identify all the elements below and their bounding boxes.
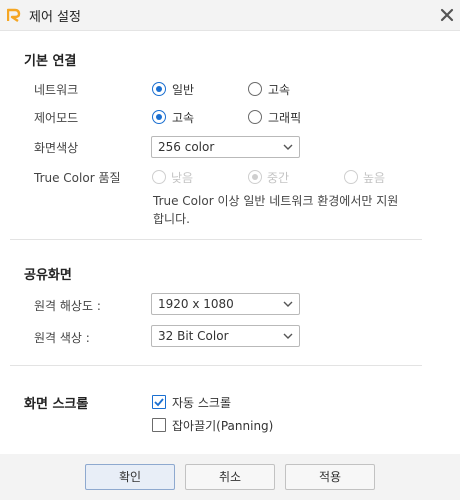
section-title-shared: 공유화면 xyxy=(24,268,72,283)
divider xyxy=(10,239,422,240)
control-mode-graphic-option[interactable]: 그래픽 xyxy=(268,109,301,126)
true-color-note-line1: True Color 이상 일반 네트워크 환경에서만 지원 xyxy=(153,194,399,208)
screen-color-value: 256 color xyxy=(158,140,215,154)
remote-resolution-value: 1920 x 1080 xyxy=(158,297,234,311)
screen-color-select[interactable]: 256 color xyxy=(151,136,300,158)
quality-high-radio[interactable] xyxy=(344,170,358,184)
window-title: 제어 설정 xyxy=(29,10,81,25)
remote-color-select[interactable]: 32 Bit Color xyxy=(151,325,300,347)
remote-resolution-label: 원격 해상도 : xyxy=(34,299,101,313)
control-mode-fast-option[interactable]: 고속 xyxy=(172,109,194,126)
quality-low-option[interactable]: 낮음 xyxy=(171,169,193,186)
section-title-scroll: 화면 스크롤 xyxy=(24,397,89,412)
quality-medium-option[interactable]: 중간 xyxy=(267,169,289,186)
network-fast-option[interactable]: 고속 xyxy=(268,81,290,98)
network-fast-radio[interactable] xyxy=(248,82,262,96)
true-color-quality-label: True Color 품질 xyxy=(34,171,121,185)
cancel-button[interactable]: 취소 xyxy=(185,464,275,490)
auto-scroll-label[interactable]: 자동 스크롤 xyxy=(172,394,231,411)
screen-color-label: 화면색상 xyxy=(34,141,79,155)
panning-checkbox[interactable] xyxy=(152,418,166,432)
control-mode-label: 제어모드 xyxy=(34,111,79,125)
auto-scroll-checkbox[interactable] xyxy=(152,395,166,409)
network-normal-radio[interactable] xyxy=(152,82,166,96)
apply-button[interactable]: 적용 xyxy=(285,464,375,490)
chevron-down-icon xyxy=(283,301,293,307)
control-mode-fast-radio[interactable] xyxy=(152,110,166,124)
check-icon xyxy=(154,398,164,407)
chevron-down-icon xyxy=(283,144,293,150)
network-normal-option[interactable]: 일반 xyxy=(172,81,194,98)
network-label: 네트워크 xyxy=(34,83,79,97)
remote-color-value: 32 Bit Color xyxy=(158,329,229,343)
remote-color-label: 원격 색상 : xyxy=(34,331,90,345)
ok-button[interactable]: 확인 xyxy=(85,464,175,490)
remote-resolution-select[interactable]: 1920 x 1080 xyxy=(151,293,300,315)
true-color-note-line2: 합니다. xyxy=(153,212,190,226)
quality-low-radio[interactable] xyxy=(152,170,166,184)
app-logo-icon xyxy=(7,8,21,22)
quality-medium-radio[interactable] xyxy=(248,170,262,184)
section-title-basic: 기본 연결 xyxy=(24,54,77,69)
quality-high-option[interactable]: 높음 xyxy=(363,169,385,186)
close-icon[interactable] xyxy=(437,5,457,25)
panning-label[interactable]: 잡아끌기(Panning) xyxy=(172,417,273,434)
chevron-down-icon xyxy=(283,333,293,339)
control-mode-graphic-radio[interactable] xyxy=(248,110,262,124)
divider xyxy=(10,365,422,366)
